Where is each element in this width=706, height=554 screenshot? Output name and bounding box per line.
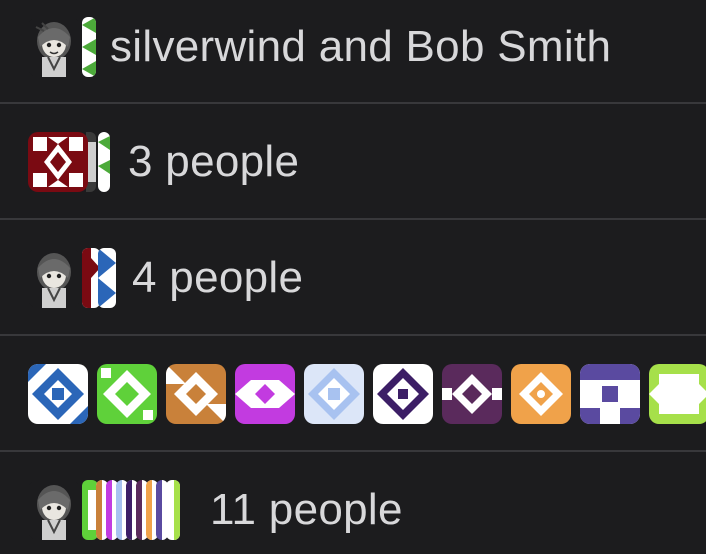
avatar-stack [28, 480, 180, 540]
identicon-avatar-icon [98, 248, 116, 308]
conversation-row-5[interactable]: 11 people [0, 453, 706, 554]
identicon-avatar-icon [82, 17, 96, 77]
avatar-stack [28, 132, 110, 192]
conversation-row-3[interactable]: 4 people [0, 221, 706, 335]
conversation-list: silverwind and Bob Smith 3 people 4 peop… [0, 0, 706, 554]
identicon-avatar-icon [166, 480, 180, 540]
conversation-row-1[interactable]: silverwind and Bob Smith [0, 0, 706, 104]
conversation-title: silverwind and Bob Smith [110, 22, 612, 71]
identicon-avatar-icon [166, 364, 226, 424]
conversation-row-4[interactable] [0, 337, 706, 451]
divider [0, 334, 706, 336]
conversation-title: 11 people [210, 485, 403, 534]
conversation-title: 4 people [132, 253, 304, 302]
identicon-avatar-icon [373, 364, 433, 424]
user-photo-avatar-icon [28, 480, 80, 540]
conversation-title: 3 people [128, 137, 300, 186]
identicon-avatar-icon [304, 364, 364, 424]
identicon-avatar-icon [97, 364, 157, 424]
user-photo-avatar-icon [28, 248, 80, 308]
identicon-avatar-icon [580, 364, 640, 424]
identicon-avatar-icon [28, 364, 88, 424]
divider [0, 102, 706, 104]
divider [0, 218, 706, 220]
avatar-stack [28, 17, 96, 77]
identicon-avatar-icon [511, 364, 571, 424]
user-photo-avatar-icon [28, 17, 80, 77]
identicon-avatar-icon [28, 132, 88, 192]
identicon-avatar-icon [442, 364, 502, 424]
avatar-stack [28, 248, 116, 308]
identicon-avatar-icon [649, 364, 706, 424]
conversation-row-2[interactable]: 3 people [0, 105, 706, 219]
identicon-avatar-icon [98, 132, 110, 192]
identicon-avatar-icon [235, 364, 295, 424]
avatar-grid [28, 364, 706, 424]
divider [0, 450, 706, 452]
